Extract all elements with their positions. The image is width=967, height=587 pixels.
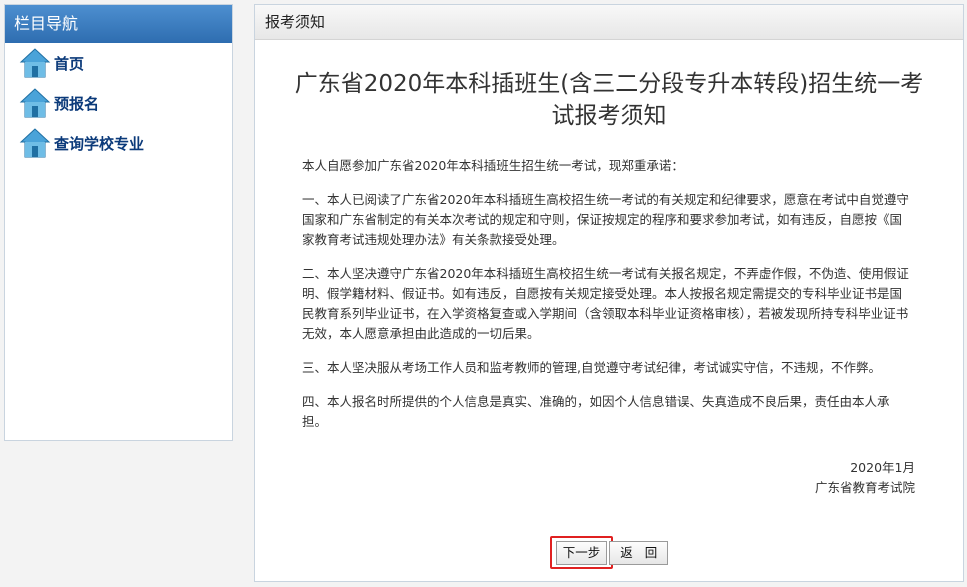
home-icon — [19, 88, 51, 118]
nav-item-home[interactable]: 首页 — [5, 43, 232, 83]
nav-item-label: 预报名 — [54, 94, 100, 113]
nav-item-label: 首页 — [54, 54, 85, 73]
button-bar: 下一步 返 回 — [255, 536, 963, 569]
nav-item-query-majors[interactable]: 查询学校专业 — [5, 123, 232, 163]
page-title: 广东省2020年本科插班生(含三二分段专升本转段)招生统一考试报考须知 — [294, 71, 924, 129]
home-icon — [19, 128, 51, 158]
signature: 2020年1月 广东省教育考试院 — [255, 458, 915, 498]
notice-paragraph: 二、本人坚决遵守广东省2020年本科插班生高校招生统一考试有关报名规定，不弄虚作… — [302, 266, 909, 341]
notice-paragraph: 四、本人报名时所提供的个人信息是真实、准确的，如因个人信息错误、失真造成不良后果… — [302, 394, 890, 429]
main-panel: 报考须知 广东省2020年本科插班生(含三二分段专升本转段)招生统一考试报考须知… — [254, 4, 964, 582]
sidebar-title: 栏目导航 — [5, 5, 232, 43]
next-button-highlight: 下一步 — [549, 536, 614, 569]
signature-date: 2020年1月 — [850, 460, 915, 475]
home-icon — [19, 48, 51, 78]
panel-header: 报考须知 — [255, 5, 963, 40]
notice-paragraph: 本人自愿参加广东省2020年本科插班生招生统一考试，现郑重承诺： — [302, 158, 684, 173]
nav-item-pre-register[interactable]: 预报名 — [5, 83, 232, 123]
notice-content: 本人自愿参加广东省2020年本科插班生招生统一考试，现郑重承诺： 一、本人已阅读… — [302, 156, 911, 432]
notice-paragraph: 一、本人已阅读了广东省2020年本科插班生高校招生统一考试的有关规定和纪律要求，… — [302, 192, 909, 247]
signature-org: 广东省教育考试院 — [814, 480, 915, 495]
next-button[interactable]: 下一步 — [555, 541, 608, 565]
nav-item-label: 查询学校专业 — [54, 134, 145, 153]
back-button[interactable]: 返 回 — [609, 540, 669, 565]
sidebar: 栏目导航 首页 预报名 查询学校专业 — [4, 4, 233, 441]
notice-paragraph: 三、本人坚决服从考场工作人员和监考教师的管理,自觉遵守考试纪律，考试诚实守信，不… — [302, 360, 881, 375]
